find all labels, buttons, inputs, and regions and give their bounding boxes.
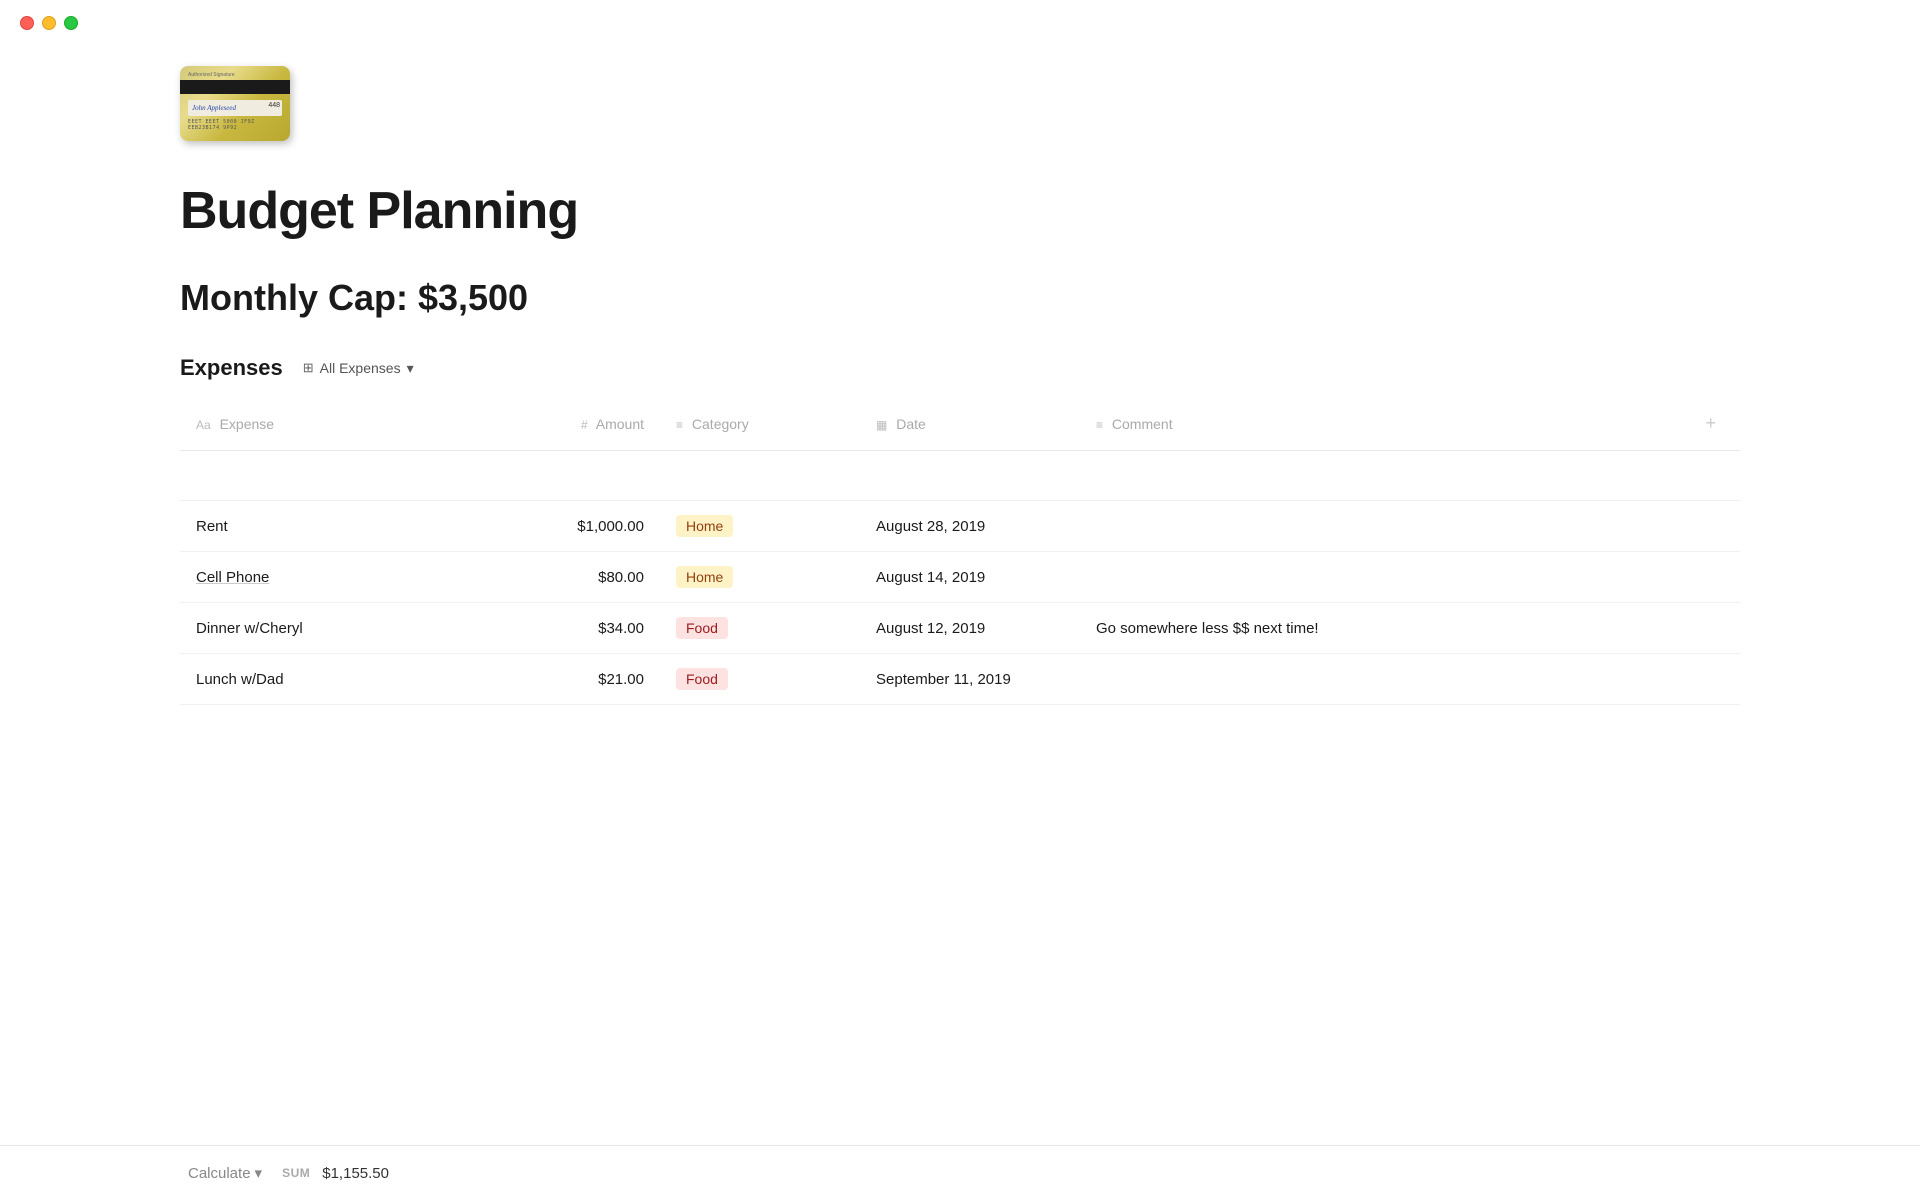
expenses-label: Expenses: [180, 355, 283, 381]
table-row[interactable]: Lunch w/Dad $21.00 Food September 11, 20…: [180, 654, 1740, 705]
expense-date: August 14, 2019: [876, 569, 985, 586]
category-badge[interactable]: Food: [676, 617, 728, 639]
category-badge[interactable]: Home: [676, 515, 733, 537]
expense-amount-cell: $21.00: [480, 654, 660, 705]
expense-name[interactable]: Cell Phone: [196, 569, 269, 586]
calculate-button[interactable]: Calculate ▾: [180, 1160, 270, 1186]
credit-card-icon: Authorized Signature John Appleseed 448 …: [180, 66, 290, 141]
expense-comment-cell: [1080, 654, 1681, 705]
expense-date-cell: August 14, 2019: [860, 552, 1080, 603]
expense-date: September 11, 2019: [876, 671, 1011, 688]
close-button[interactable]: [20, 16, 34, 30]
table-row[interactable]: Rent $1,000.00 Home August 28, 2019: [180, 501, 1740, 552]
expense-add-cell: [1681, 603, 1740, 654]
calculate-chevron-icon: ▾: [255, 1164, 263, 1182]
empty-comment-cell: [1080, 451, 1681, 501]
col-header-amount: # Amount: [480, 397, 660, 451]
sum-value: $1,155.50: [322, 1165, 389, 1182]
col-header-expense: Aa Expense: [180, 397, 480, 451]
card-name: John Appleseed: [192, 104, 236, 112]
expense-category-cell[interactable]: Home: [660, 501, 860, 552]
calculate-label: Calculate: [188, 1165, 251, 1182]
category-badge[interactable]: Home: [676, 566, 733, 588]
view-selector-label: All Expenses: [320, 360, 401, 376]
expense-add-cell: [1681, 654, 1740, 705]
minimize-button[interactable]: [42, 16, 56, 30]
calendar-icon: ▦: [876, 418, 887, 432]
monthly-cap: Monthly Cap: $3,500: [180, 277, 1740, 319]
add-column-button[interactable]: +: [1697, 409, 1724, 438]
expense-date-cell: September 11, 2019: [860, 654, 1080, 705]
expense-name: Dinner w/Cheryl: [196, 620, 303, 637]
expense-date: August 28, 2019: [876, 518, 985, 535]
expense-name: Lunch w/Dad: [196, 671, 284, 688]
expense-comment-cell: [1080, 552, 1681, 603]
expense-amount-cell: $1,000.00: [480, 501, 660, 552]
expense-amount: $34.00: [598, 620, 644, 637]
empty-category-cell: [660, 451, 860, 501]
expenses-header: Expenses ⊞ All Expenses ▾: [180, 355, 1740, 381]
view-selector[interactable]: ⊞ All Expenses ▾: [295, 356, 422, 381]
card-auth-text: Authorized Signature: [188, 72, 235, 78]
sum-label: SUM: [282, 1166, 310, 1180]
expense-name-cell[interactable]: Rent: [180, 501, 480, 552]
window-chrome: [0, 0, 1920, 46]
expense-add-cell: [1681, 552, 1740, 603]
expense-amount: $21.00: [598, 671, 644, 688]
grid-icon: ⊞: [303, 360, 314, 376]
maximize-button[interactable]: [64, 16, 78, 30]
main-content: Authorized Signature John Appleseed 448 …: [0, 46, 1920, 805]
expense-comment: Go somewhere less $$ next time!: [1096, 620, 1319, 637]
empty-date-cell: [860, 451, 1080, 501]
expense-date-cell: August 28, 2019: [860, 501, 1080, 552]
empty-expense-cell: [180, 451, 480, 501]
expense-add-cell: [1681, 501, 1740, 552]
col-header-category: ≡ Category: [660, 397, 860, 451]
expense-comment-cell: Go somewhere less $$ next time!: [1080, 603, 1681, 654]
text-icon: Aa: [196, 418, 211, 432]
table-row[interactable]: Cell Phone $80.00 Home August 14, 2019: [180, 552, 1740, 603]
expense-name-cell[interactable]: Cell Phone: [180, 552, 480, 603]
expense-category-cell[interactable]: Home: [660, 552, 860, 603]
expense-name-cell[interactable]: Lunch w/Dad: [180, 654, 480, 705]
col-header-date: ▦ Date: [860, 397, 1080, 451]
page-title: Budget Planning: [180, 181, 1740, 241]
expense-amount-cell: $34.00: [480, 603, 660, 654]
category-badge[interactable]: Food: [676, 668, 728, 690]
comment-list-icon: ≡: [1096, 418, 1103, 432]
expense-amount: $1,000.00: [577, 518, 644, 535]
col-header-add[interactable]: +: [1681, 397, 1740, 451]
table-header-row: Aa Expense # Amount ≡ Category ▦ Date ≡: [180, 397, 1740, 451]
expense-amount: $80.00: [598, 569, 644, 586]
expense-category-cell[interactable]: Food: [660, 603, 860, 654]
expense-date-cell: August 12, 2019: [860, 603, 1080, 654]
table-row[interactable]: [180, 451, 1740, 501]
col-header-comment: ≡ Comment: [1080, 397, 1681, 451]
empty-amount-cell: [480, 451, 660, 501]
expense-category-cell[interactable]: Food: [660, 654, 860, 705]
card-icon-wrapper: Authorized Signature John Appleseed 448 …: [180, 66, 1740, 141]
expense-date: August 12, 2019: [876, 620, 985, 637]
expense-comment-cell: [1080, 501, 1681, 552]
card-number: EEET EEET 5000 JF9Z EEB23B174 9P92: [188, 119, 255, 131]
expense-name-cell[interactable]: Dinner w/Cheryl: [180, 603, 480, 654]
table-footer: Calculate ▾ SUM $1,155.50: [0, 1145, 1920, 1200]
hash-icon: #: [581, 418, 588, 432]
expense-amount-cell: $80.00: [480, 552, 660, 603]
table-row[interactable]: Dinner w/Cheryl $34.00 Food August 12, 2…: [180, 603, 1740, 654]
list-icon: ≡: [676, 418, 683, 432]
expense-name: Rent: [196, 518, 228, 535]
expenses-table: Aa Expense # Amount ≡ Category ▦ Date ≡: [180, 397, 1740, 705]
chevron-down-icon: ▾: [407, 360, 414, 377]
card-mag-stripe: [180, 80, 290, 94]
card-cvv: 448: [268, 102, 280, 109]
empty-add-cell: [1681, 451, 1740, 501]
